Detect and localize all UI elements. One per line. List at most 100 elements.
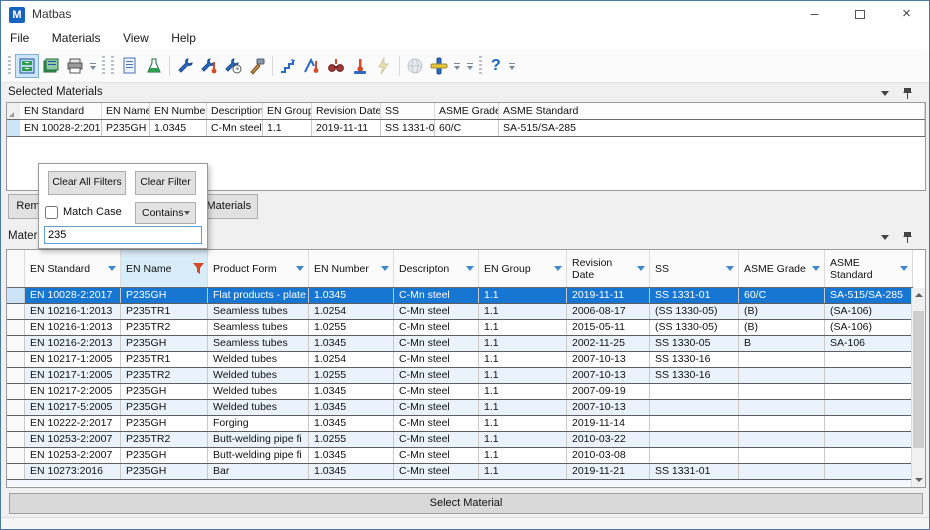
table-cell[interactable]: [650, 384, 739, 399]
table-row[interactable]: EN 10216-2:2013P235GHSeamless tubes1.034…: [7, 336, 913, 352]
table-cell[interactable]: 2007-10-13: [567, 368, 650, 383]
menu-view[interactable]: View: [114, 28, 158, 45]
table-cell[interactable]: C-Mn steel: [394, 448, 479, 463]
table-row[interactable]: EN 10217-5:2005P235GHWelded tubes1.0345C…: [7, 400, 913, 416]
table-cell[interactable]: 1.1: [479, 336, 567, 351]
select-material-button[interactable]: Select Material: [9, 493, 923, 514]
table-cell[interactable]: [825, 400, 913, 415]
table-cell[interactable]: C-Mn steel: [394, 368, 479, 383]
table-cell[interactable]: 1.0345: [309, 448, 394, 463]
pipe-fittings-icon[interactable]: [427, 54, 451, 78]
toolbar-grip[interactable]: [111, 56, 114, 76]
table-cell[interactable]: [825, 432, 913, 447]
table-cell[interactable]: [825, 352, 913, 367]
table-cell[interactable]: [650, 432, 739, 447]
table-cell[interactable]: 1.1: [479, 288, 567, 303]
toolbar-overflow-chevron-icon[interactable]: [466, 60, 475, 78]
search-temperature-icon[interactable]: [324, 54, 348, 78]
help-icon[interactable]: ?: [486, 57, 506, 75]
table-cell[interactable]: (B): [739, 320, 825, 335]
pin-icon[interactable]: [903, 231, 912, 244]
table-cell[interactable]: 1.1: [479, 352, 567, 367]
filter-dropdown-icon[interactable]: [466, 266, 474, 275]
table-cell[interactable]: EN 10028-2:2017: [20, 120, 102, 136]
table-cell[interactable]: C-Mn steel: [394, 400, 479, 415]
database-icon[interactable]: [15, 54, 39, 78]
table-cell[interactable]: 1.1: [479, 320, 567, 335]
table-cell[interactable]: 1.1: [479, 464, 567, 479]
table-cell[interactable]: 1.1: [479, 304, 567, 319]
table-cell[interactable]: [739, 448, 825, 463]
table-cell[interactable]: 1.0345: [150, 120, 207, 136]
table-cell[interactable]: 1.0345: [309, 288, 394, 303]
table-cell[interactable]: SS 1331-01: [381, 120, 435, 136]
table-cell[interactable]: EN 10253-2:2007: [25, 432, 121, 447]
active-filter-funnel-icon[interactable]: [193, 263, 204, 274]
filter-dropdown-icon[interactable]: [900, 266, 908, 275]
table-cell[interactable]: C-Mn steel: [394, 336, 479, 351]
toolbar-overflow-chevron-icon[interactable]: [453, 60, 462, 78]
maximize-button[interactable]: [838, 1, 883, 28]
toolbar-grip[interactable]: [479, 56, 482, 76]
menu-materials[interactable]: Materials: [43, 28, 110, 45]
table-cell[interactable]: 1.0255: [309, 432, 394, 447]
table-cell[interactable]: EN 10217-5:2005: [25, 400, 121, 415]
match-case-checkbox[interactable]: [45, 206, 58, 219]
table-cell[interactable]: 2019-11-11: [312, 120, 381, 136]
wrench-icon[interactable]: [173, 54, 197, 78]
table-cell[interactable]: P235GH: [121, 336, 208, 351]
table-cell[interactable]: 1.1: [479, 432, 567, 447]
table-cell[interactable]: [825, 384, 913, 399]
toolbar-overflow-chevron-icon[interactable]: [508, 60, 517, 78]
column-header[interactable]: ASME Standard: [825, 250, 913, 287]
table-cell[interactable]: (B): [739, 304, 825, 319]
table-cell[interactable]: P235GH: [121, 288, 208, 303]
stress-temperature-icon[interactable]: [300, 54, 324, 78]
column-header[interactable]: Descripton: [394, 250, 479, 287]
filter-dropdown-icon[interactable]: [554, 266, 562, 275]
scroll-up-icon[interactable]: [912, 288, 925, 302]
table-cell[interactable]: 1.1: [479, 368, 567, 383]
column-header[interactable]: ASME Grade: [435, 103, 499, 119]
table-cell[interactable]: [739, 432, 825, 447]
scroll-down-icon[interactable]: [912, 473, 925, 487]
table-cell[interactable]: P235GH: [121, 464, 208, 479]
table-cell[interactable]: Butt-welding pipe fi: [208, 432, 309, 447]
column-header[interactable]: ASME Standard: [499, 103, 925, 119]
table-cell[interactable]: [739, 352, 825, 367]
table-row[interactable]: EN 10216-1:2013P235TR1Seamless tubes1.02…: [7, 304, 913, 320]
table-cell[interactable]: [739, 384, 825, 399]
scrollbar-thumb[interactable]: [913, 311, 924, 448]
table-cell[interactable]: Welded tubes: [208, 352, 309, 367]
table-cell[interactable]: P235GH: [102, 120, 150, 136]
table-cell[interactable]: 1.1: [479, 416, 567, 431]
table-row[interactable]: EN 10217-2:2005P235GHWelded tubes1.0345C…: [7, 384, 913, 400]
minimize-button[interactable]: –: [792, 1, 837, 28]
filter-dropdown-icon[interactable]: [812, 266, 820, 275]
clear-filter-button[interactable]: Clear Filter: [135, 171, 196, 195]
table-cell[interactable]: EN 10273:2016: [25, 464, 121, 479]
table-cell[interactable]: Welded tubes: [208, 384, 309, 399]
column-header[interactable]: EN Standard: [25, 250, 121, 287]
table-cell[interactable]: Seamless tubes: [208, 336, 309, 351]
table-cell[interactable]: SA-106: [825, 336, 913, 351]
toolbar-grip[interactable]: [8, 56, 11, 76]
table-cell[interactable]: (SS 1330-05): [650, 320, 739, 335]
table-cell[interactable]: 1.0254: [309, 352, 394, 367]
filter-dropdown-icon[interactable]: [726, 266, 734, 275]
table-cell[interactable]: B: [739, 336, 825, 351]
column-header[interactable]: Description: [207, 103, 263, 119]
table-row[interactable]: EN 10273:2016P235GHBar1.0345C-Mn steel1.…: [7, 464, 913, 480]
column-header[interactable]: Revision Date: [312, 103, 381, 119]
clear-all-filters-button[interactable]: Clear All Filters: [48, 171, 126, 195]
table-cell[interactable]: 1.0345: [309, 464, 394, 479]
table-row[interactable]: EN 10222-2:2017P235GHForging1.0345C-Mn s…: [7, 416, 913, 432]
panel-menu-caret-icon[interactable]: [881, 235, 889, 244]
table-cell[interactable]: SS 1330-05: [650, 336, 739, 351]
table-cell[interactable]: EN 10217-2:2005: [25, 384, 121, 399]
table-cell[interactable]: Seamless tubes: [208, 304, 309, 319]
column-header[interactable]: Revision Date: [567, 250, 650, 287]
filter-dropdown-icon[interactable]: [381, 266, 389, 275]
menu-file[interactable]: File: [1, 28, 38, 45]
table-cell[interactable]: P235TR1: [121, 304, 208, 319]
